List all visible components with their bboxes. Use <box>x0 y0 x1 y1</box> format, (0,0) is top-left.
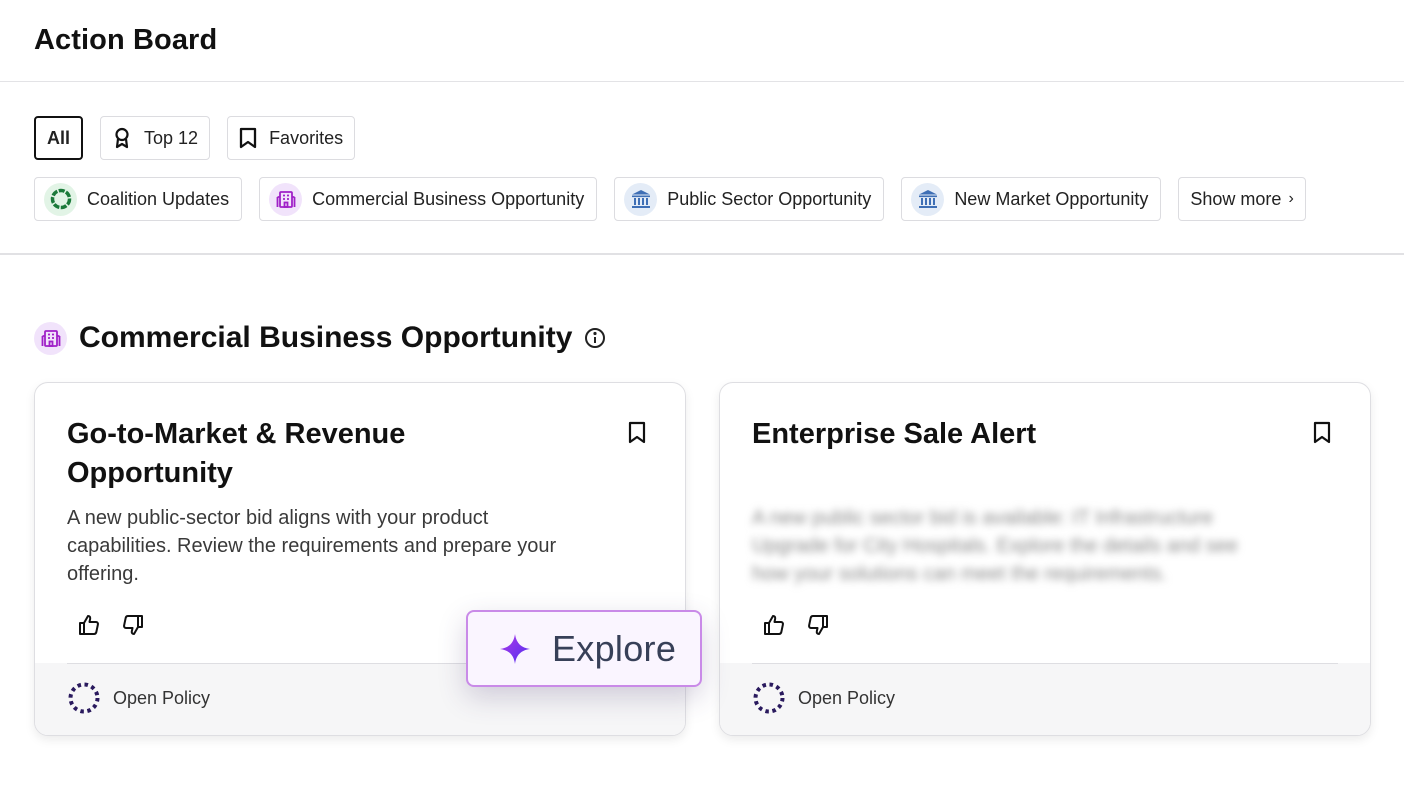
section-header: Commercial Business Opportunity <box>34 321 606 355</box>
explore-label: Explore <box>552 627 677 669</box>
filter-top12-label: Top 12 <box>144 127 199 148</box>
primary-filter-row: All Top 12 Favorites <box>34 116 356 160</box>
open-policy-logo-icon <box>67 681 101 715</box>
award-ribbon-icon <box>112 127 132 149</box>
bookmark-icon <box>239 127 257 149</box>
feedback-buttons <box>77 613 145 637</box>
organization-name: Open Policy <box>798 687 896 708</box>
opportunity-card[interactable]: Enterprise Sale Alert A new public secto… <box>719 382 1371 736</box>
bookmark-icon[interactable] <box>1312 421 1332 444</box>
thumbs-down-icon[interactable] <box>806 613 830 637</box>
page-header: Action Board <box>0 0 1404 82</box>
building-icon <box>34 321 67 355</box>
building-icon <box>269 182 303 216</box>
card-title: Enterprise Sale Alert <box>752 418 1037 450</box>
category-label: Coalition Updates <box>87 188 230 209</box>
bank-icon <box>911 182 945 216</box>
card-description-blurred: A new public sector bid is available: IT… <box>752 507 1238 585</box>
filter-all-label: All <box>47 127 71 148</box>
filter-all-button[interactable]: All <box>34 116 84 160</box>
page-title: Action Board <box>34 24 218 56</box>
filter-favorites-label: Favorites <box>269 127 344 148</box>
category-label: Public Sector Opportunity <box>667 188 872 209</box>
thumbs-up-icon[interactable] <box>762 613 786 637</box>
bookmark-icon[interactable] <box>627 421 647 444</box>
info-icon[interactable] <box>584 327 606 349</box>
thumbs-up-icon[interactable] <box>77 613 101 637</box>
category-coalition-updates[interactable]: Coalition Updates <box>34 177 243 221</box>
sparkle-icon <box>498 632 532 666</box>
category-label: Commercial Business Opportunity <box>312 188 585 209</box>
card-description: A new public-sector bid aligns with your… <box>67 507 557 585</box>
filter-bar: All Top 12 Favorites Coalition Updates C… <box>0 82 1404 255</box>
category-label: New Market Opportunity <box>954 188 1149 209</box>
card-title: Go-to-Market & Revenue Opportunity <box>67 418 406 489</box>
organization: Open Policy <box>752 681 895 715</box>
organization-name: Open Policy <box>113 687 211 708</box>
filter-top12-button[interactable]: Top 12 <box>100 116 211 160</box>
explore-button[interactable]: Explore <box>466 610 702 687</box>
open-policy-logo-icon <box>752 681 786 715</box>
show-more-button[interactable]: Show more › <box>1178 177 1306 221</box>
bank-icon <box>624 182 658 216</box>
divider <box>752 663 1338 664</box>
feedback-buttons <box>762 613 830 637</box>
category-public-sector[interactable]: Public Sector Opportunity <box>614 177 885 221</box>
thumbs-down-icon[interactable] <box>121 613 145 637</box>
organization: Open Policy <box>67 681 210 715</box>
category-filter-row: Coalition Updates Commercial Business Op… <box>34 177 1306 221</box>
card-footer: Open Policy <box>720 663 1370 735</box>
category-commercial-business[interactable]: Commercial Business Opportunity <box>259 177 598 221</box>
ring-icon <box>44 182 77 216</box>
section-title: Commercial Business Opportunity <box>79 321 573 354</box>
category-new-market[interactable]: New Market Opportunity <box>901 177 1162 221</box>
show-more-label: Show more <box>1190 188 1282 209</box>
chevron-right-icon: › <box>1288 190 1294 207</box>
filter-favorites-button[interactable]: Favorites <box>227 116 356 160</box>
